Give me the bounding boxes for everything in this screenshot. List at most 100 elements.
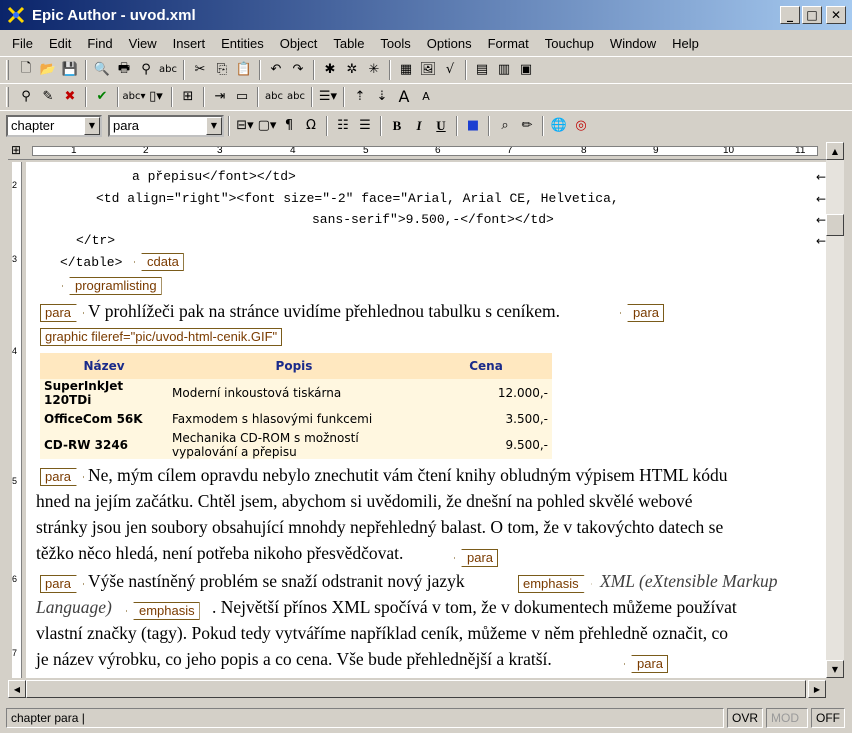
document-editor[interactable]: a přepisu</font></td> <td align="right">…: [26, 162, 826, 678]
spacing-up-icon[interactable]: ⇡: [349, 86, 371, 108]
spell-check-icon[interactable]: abc: [263, 86, 285, 108]
validate-icon[interactable]: ✔: [91, 86, 113, 108]
equation-icon[interactable]: √: [439, 59, 461, 81]
cdata-end-tag[interactable]: cdata: [134, 253, 184, 271]
para-start-tag[interactable]: para: [40, 468, 84, 486]
toolbar-grip[interactable]: [6, 59, 9, 80]
scroll-thumb[interactable]: [26, 680, 806, 698]
para-start-tag[interactable]: para: [40, 575, 84, 593]
menu-edit[interactable]: Edit: [41, 36, 79, 51]
tag-combo[interactable]: para ▼: [108, 114, 224, 137]
print-icon[interactable]: 🖶: [113, 59, 135, 81]
bold-button[interactable]: B: [386, 115, 408, 137]
emphasis-start-tag[interactable]: emphasis: [518, 575, 592, 593]
undo-icon[interactable]: ↶: [265, 59, 287, 81]
scroll-right-icon[interactable]: ▶: [808, 680, 826, 698]
menu-touchup[interactable]: Touchup: [537, 36, 602, 51]
omega-icon[interactable]: Ω: [300, 115, 322, 137]
spacing-down-icon[interactable]: ⇣: [371, 86, 393, 108]
color-icon[interactable]: ■: [462, 115, 484, 137]
copy-icon[interactable]: ⎘: [211, 59, 233, 81]
para-end-tag[interactable]: para: [454, 549, 499, 567]
graphic-tag[interactable]: graphic fileref="pic/uvod-html-cenik.GIF…: [40, 328, 283, 346]
document-map-icon[interactable]: ▤: [471, 59, 493, 81]
pilcrow-icon[interactable]: ¶: [278, 115, 300, 137]
ruler-grid-icon[interactable]: ⊞: [8, 140, 24, 160]
para-start-tag[interactable]: para: [40, 304, 84, 322]
menu-table[interactable]: Table: [325, 36, 372, 51]
chevron-down-icon[interactable]: ▼: [84, 116, 100, 135]
line-spacing-icon[interactable]: ☰▾: [317, 86, 339, 108]
font-shrink-icon[interactable]: A: [415, 86, 437, 108]
menu-find[interactable]: Find: [79, 36, 120, 51]
menu-options[interactable]: Options: [419, 36, 480, 51]
scroll-left-icon[interactable]: ◀: [8, 680, 26, 698]
para-end-tag[interactable]: para: [620, 304, 665, 322]
minimize-button[interactable]: _: [780, 6, 800, 24]
link-globe-icon[interactable]: 🌐: [548, 115, 570, 137]
edit-tag-icon[interactable]: ✎: [37, 86, 59, 108]
split-view-icon[interactable]: ▥: [493, 59, 515, 81]
menu-format[interactable]: Format: [480, 36, 537, 51]
spellcheck-icon[interactable]: abc: [157, 59, 179, 81]
element-combo[interactable]: chapter ▼: [6, 114, 102, 137]
full-view-icon[interactable]: ▣: [515, 59, 537, 81]
web-link-icon[interactable]: ◎: [570, 115, 592, 137]
cut-icon[interactable]: ✂: [189, 59, 211, 81]
font-grow-icon[interactable]: A: [393, 86, 415, 108]
menu-entities[interactable]: Entities: [213, 36, 272, 51]
toolbar-grip[interactable]: [6, 86, 9, 107]
redo-icon[interactable]: ↷: [287, 59, 309, 81]
tags-inline-icon[interactable]: ⇥: [209, 86, 231, 108]
scroll-up-icon[interactable]: ▲: [826, 142, 844, 160]
highlight-icon[interactable]: ✏: [516, 115, 538, 137]
insert-element-icon[interactable]: ✱: [319, 59, 341, 81]
table-header: Název: [40, 353, 168, 379]
underline-button[interactable]: U: [430, 115, 452, 137]
structure-icon[interactable]: ▯▾: [145, 86, 167, 108]
ruler-number: 7: [12, 648, 18, 658]
find-binoculars-icon[interactable]: ⚲: [135, 59, 157, 81]
menu-tools[interactable]: Tools: [372, 36, 418, 51]
maximize-button[interactable]: □: [802, 6, 822, 24]
tags-full-icon[interactable]: ▭: [231, 86, 253, 108]
table-header-row: Název Popis Cena: [40, 353, 552, 379]
change-element-icon[interactable]: ✲: [341, 59, 363, 81]
zoom-icon[interactable]: ⚲: [15, 86, 37, 108]
print-preview-icon[interactable]: 🔍: [91, 59, 113, 81]
menu-view[interactable]: View: [121, 36, 165, 51]
code-line: </table>: [60, 255, 123, 270]
horizontal-scrollbar[interactable]: ◀ ▶: [8, 680, 826, 698]
scroll-down-icon[interactable]: ▼: [826, 660, 844, 678]
table-icon[interactable]: ▦: [395, 59, 417, 81]
chevron-down-icon[interactable]: ▼: [206, 116, 222, 135]
menu-object[interactable]: Object: [272, 36, 326, 51]
bulleted-list-icon[interactable]: ☰: [354, 115, 376, 137]
scroll-thumb[interactable]: [826, 214, 844, 236]
programlisting-end-tag[interactable]: programlisting: [62, 277, 162, 295]
italic-button[interactable]: I: [408, 115, 430, 137]
title-bar: Epic Author - uvod.xml _ □ ✕: [0, 0, 852, 30]
open-folder-icon[interactable]: 📂: [37, 59, 59, 81]
graphic-icon[interactable]: 🖼: [417, 59, 439, 81]
menu-insert[interactable]: Insert: [165, 36, 214, 51]
close-button[interactable]: ✕: [826, 6, 846, 24]
numbered-list-icon[interactable]: ☷: [332, 115, 354, 137]
tree-view-icon[interactable]: ⊞: [177, 86, 199, 108]
spell-options-icon[interactable]: abc▾: [123, 86, 146, 108]
menu-file[interactable]: File: [4, 36, 41, 51]
para-end-tag[interactable]: para: [624, 655, 669, 673]
insert-markup-icon[interactable]: ⊟▾: [234, 115, 256, 137]
find-in-doc-icon[interactable]: ⌕: [494, 115, 516, 137]
emphasis-end-tag[interactable]: emphasis: [126, 602, 200, 620]
menu-help[interactable]: Help: [664, 36, 707, 51]
menu-window[interactable]: Window: [602, 36, 664, 51]
vertical-scrollbar[interactable]: ▲ ▼: [826, 142, 844, 678]
split-element-icon[interactable]: ✳: [363, 59, 385, 81]
paste-icon[interactable]: 📋: [233, 59, 255, 81]
spell-check-all-icon[interactable]: abc: [285, 86, 307, 108]
wrap-markup-icon[interactable]: ▢▾: [256, 115, 278, 137]
delete-tag-icon[interactable]: ✖: [59, 86, 81, 108]
new-document-icon[interactable]: 🗋: [15, 59, 37, 81]
save-icon[interactable]: 💾: [59, 59, 81, 81]
